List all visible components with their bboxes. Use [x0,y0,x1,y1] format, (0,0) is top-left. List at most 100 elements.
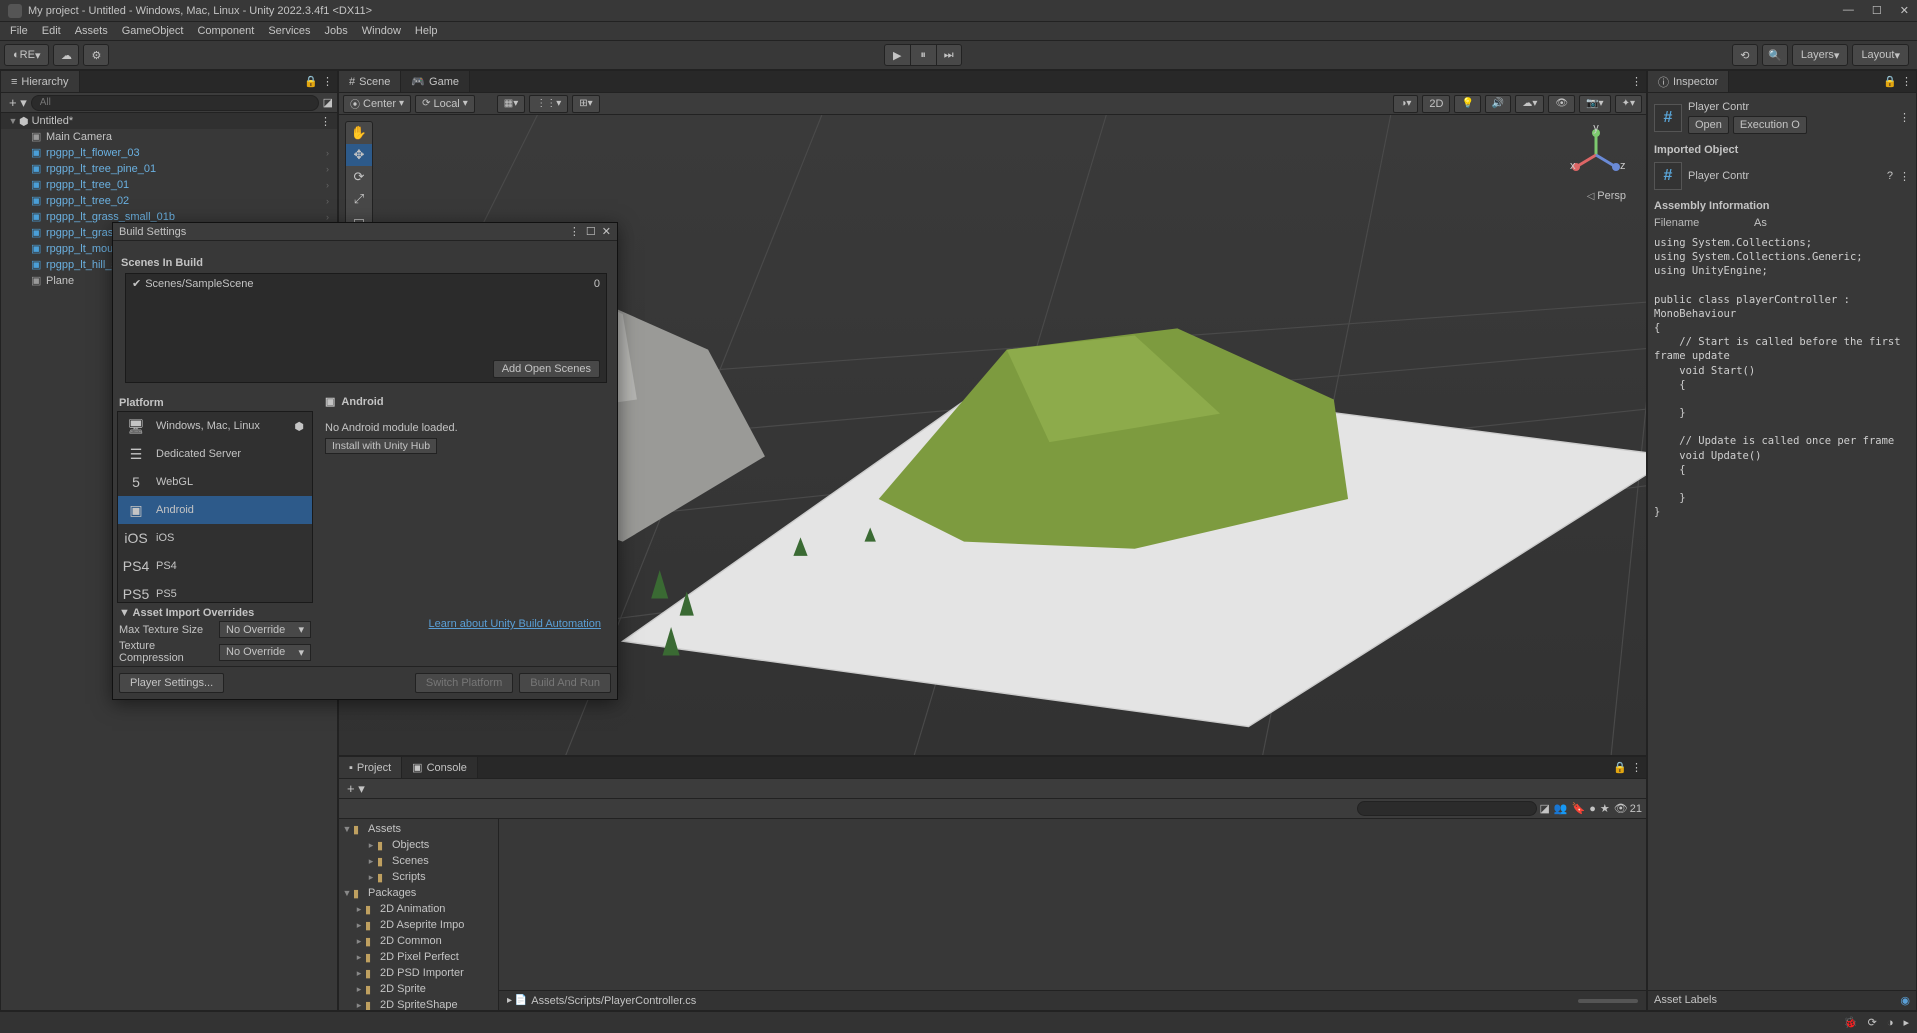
orientation-gizmo[interactable]: y x z [1566,125,1626,185]
search-mode-icon[interactable]: ◪ [323,96,333,109]
draw-mode-button[interactable]: ◑▾ [1393,95,1418,113]
scene-tab[interactable]: # Scene [339,71,401,92]
expand-arrow[interactable]: › [326,148,329,158]
pause-button[interactable]: ⏸ [910,44,936,66]
account-button[interactable]: ◐ RE ▾ [4,44,49,66]
folder-row[interactable]: ▸▮2D SpriteShape [339,997,498,1010]
panel-menu-icon[interactable]: ⋮ [1901,75,1912,88]
game-tab[interactable]: 🎮 Game [401,71,470,92]
build-automation-link[interactable]: Learn about Unity Build Automation [429,618,601,630]
platform-item[interactable]: iOSiOS [118,524,312,552]
asset-labels-button[interactable]: ◉ [1900,994,1910,1007]
save-search-icon[interactable]: 🔖 [1572,802,1586,815]
inspector-tab[interactable]: ⓘ Inspector [1648,71,1729,92]
rotate-tool[interactable]: ⟳ [346,166,372,188]
project-content-area[interactable] [499,819,1646,990]
snap-increment-button[interactable]: ⋮⋮▾ [529,95,568,113]
platform-item[interactable]: PS5PS5 [118,580,312,603]
max-texture-dropdown[interactable]: No Override▾ [219,621,311,638]
expand-arrow[interactable]: › [326,212,329,222]
menu-component[interactable]: Component [191,23,260,39]
pivot-rotation-button[interactable]: ⟳Local▾ [415,95,475,113]
pivot-mode-button[interactable]: ⦿Center▾ [343,95,411,113]
search-by-type-icon[interactable]: ◪ [1539,802,1549,815]
visibility-toggle[interactable]: 👁 [1548,95,1575,113]
console-tab[interactable]: ▣ Console [402,757,478,778]
window-close-icon[interactable]: ✕ [602,225,611,238]
project-search[interactable] [1357,801,1537,816]
menu-file[interactable]: File [4,23,34,39]
window-maximize-icon[interactable]: ☐ [586,225,596,238]
hierarchy-item[interactable]: ▣rpgpp_lt_tree_pine_01› [1,161,337,177]
texture-compression-dropdown[interactable]: No Override▾ [219,644,311,661]
search-by-label-icon[interactable]: 👥 [1554,802,1568,815]
snap-toggle-button[interactable]: ⊞▾ [572,95,599,113]
build-settings-titlebar[interactable]: Build Settings ⋮ ☐ ✕ [113,223,617,241]
folder-row[interactable]: ▸▮Scripts [339,869,498,885]
layout-dropdown[interactable]: Layout ▾ [1852,44,1909,66]
panel-menu-icon[interactable]: ⋮ [322,75,333,88]
player-settings-button[interactable]: Player Settings... [119,673,224,693]
scene-checkbox[interactable]: ✔ [132,277,141,290]
lock-icon[interactable]: 🔒 [1883,75,1897,88]
hierarchy-item[interactable]: ▣rpgpp_lt_tree_02› [1,193,337,209]
execution-order-button[interactable]: Execution O [1733,116,1807,134]
status-icon[interactable]: ⟳ [1868,1016,1877,1029]
layers-dropdown[interactable]: Layers ▾ [1792,44,1849,66]
project-tab[interactable]: ▪ Project [339,757,402,778]
folder-row[interactable]: ▸▮2D Pixel Perfect [339,949,498,965]
slider-track[interactable] [1578,999,1638,1003]
fx-toggle[interactable]: ☁▾ [1515,95,1544,113]
persp-label[interactable]: ◁ Persp [1587,190,1626,202]
play-button[interactable]: ▶ [884,44,910,66]
folder-row[interactable]: ▸▮Scenes [339,853,498,869]
panel-menu-icon[interactable]: ⋮ [1631,75,1642,88]
hierarchy-item[interactable]: ▣Main Camera [1,129,337,145]
open-button[interactable]: Open [1688,116,1729,134]
add-open-scenes-button[interactable]: Add Open Scenes [493,360,600,378]
status-icon[interactable]: ◑ [1887,1017,1894,1029]
scene-menu-icon[interactable]: ⋮ [320,115,331,128]
menu-help[interactable]: Help [409,23,444,39]
menu-jobs[interactable]: Jobs [319,23,354,39]
asset-import-overrides-header[interactable]: ▼ Asset Import Overrides [119,607,311,619]
status-icon[interactable]: ▸ [1903,1016,1909,1029]
2d-toggle[interactable]: 2D [1422,95,1450,113]
help-icon[interactable]: ? [1887,170,1893,182]
folder-row[interactable]: ▼▮Packages [339,885,498,901]
hierarchy-search[interactable] [31,95,319,111]
search-button[interactable]: 🔍 [1762,44,1788,66]
step-button[interactable]: ⏭ [936,44,962,66]
gizmos-button[interactable]: ✦▾ [1615,95,1642,113]
cloud-button[interactable]: ☁ [53,44,79,66]
panel-menu-icon[interactable]: ⋮ [1631,761,1642,774]
undo-history-button[interactable]: ⟲ [1732,44,1758,66]
favorite-icon[interactable]: ★ [1600,802,1610,815]
move-tool[interactable]: ✥ [346,144,372,166]
platform-item[interactable]: ☰Dedicated Server [118,440,312,468]
switch-platform-button[interactable]: Switch Platform [415,673,513,693]
folder-row[interactable]: ▼▮Assets [339,821,498,837]
menu-assets[interactable]: Assets [69,23,114,39]
camera-button[interactable]: 📷▾ [1579,95,1610,113]
scale-tool[interactable]: ⤢ [346,188,372,210]
menu-services[interactable]: Services [262,23,316,39]
hierarchy-tab[interactable]: ≡ Hierarchy [1,71,80,92]
menu-gameobject[interactable]: GameObject [116,23,190,39]
lock-icon[interactable]: 🔒 [304,75,318,88]
close-button[interactable]: ✕ [1900,4,1909,17]
view-tool[interactable]: ✋ [346,122,372,144]
platform-item[interactable]: PS4PS4 [118,552,312,580]
folder-row[interactable]: ▸▮2D Common [339,933,498,949]
expand-arrow[interactable]: › [326,196,329,206]
audio-toggle[interactable]: 🔊 [1485,95,1511,113]
menu-window[interactable]: Window [356,23,407,39]
maximize-button[interactable]: ☐ [1872,4,1882,17]
minimize-button[interactable]: — [1843,4,1854,17]
folder-row[interactable]: ▸▮Objects [339,837,498,853]
platform-item[interactable]: ▣Android [118,496,312,524]
platform-item[interactable]: 🖥Windows, Mac, Linux⬢ [118,412,312,440]
settings-button[interactable]: ⚙ [83,44,109,66]
create-asset-button[interactable]: + ▾ [343,781,369,797]
component-menu-icon[interactable]: ⋮ [1899,170,1910,183]
